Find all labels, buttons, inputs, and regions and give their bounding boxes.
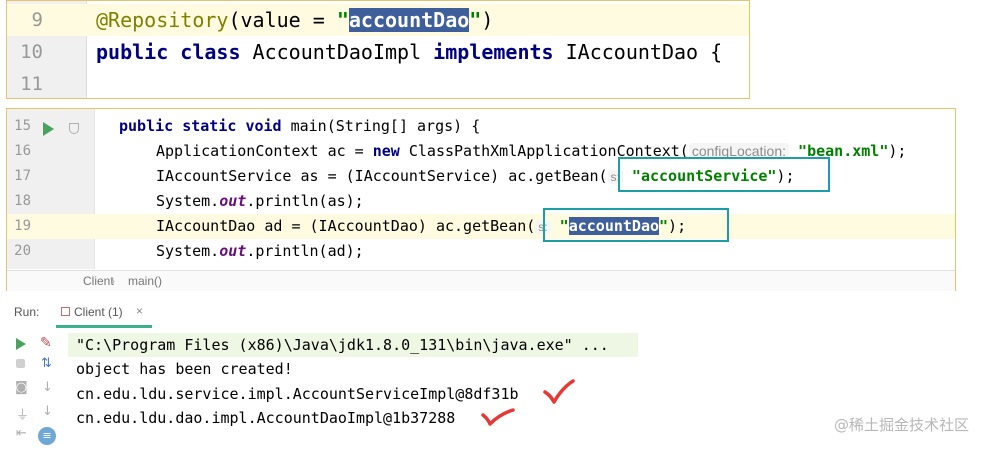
static-field: out bbox=[219, 242, 247, 260]
code-text[interactable]: @Repository(value = "accountDao") bbox=[96, 4, 493, 36]
down-arrow-icon[interactable]: ↓ bbox=[42, 380, 53, 395]
line-number: 11 bbox=[20, 73, 43, 95]
code-fragment: IAccountDao { bbox=[553, 40, 723, 64]
breadcrumb-separator: › bbox=[111, 274, 115, 288]
string-quote: " bbox=[336, 8, 349, 32]
keyword: implements bbox=[433, 40, 554, 64]
exit-icon[interactable]: ⇤ bbox=[16, 426, 27, 441]
console-toolbar: ✎ ⇅ ◙ ↓ ⏚ ↓ ⇤ ≡ bbox=[6, 329, 66, 449]
keyword: void bbox=[245, 117, 282, 135]
code-line[interactable]: 18 System.out.println(as); bbox=[7, 189, 955, 214]
application-icon bbox=[61, 307, 70, 316]
code-fragment: System. bbox=[156, 192, 220, 210]
line-number: 9 bbox=[31, 9, 43, 31]
keyword: static bbox=[182, 117, 237, 135]
breadcrumb-method[interactable]: main() bbox=[128, 274, 162, 288]
pin-icon[interactable]: ⏚ bbox=[16, 404, 29, 423]
check-mark-icon bbox=[543, 379, 575, 404]
code-fragment: System. bbox=[156, 242, 220, 260]
line-number: 16 bbox=[14, 143, 31, 159]
keyword: class bbox=[180, 40, 241, 64]
rerun-icon[interactable] bbox=[16, 338, 26, 350]
highlight-box bbox=[543, 208, 729, 242]
code-text[interactable]: public class AccountDaoImpl implements I… bbox=[96, 36, 722, 68]
code-fragment: IAccountDao ad = (IAccountDao) ac.getBea… bbox=[156, 217, 536, 235]
code-line[interactable]: 10 public class AccountDaoImpl implement… bbox=[7, 36, 749, 68]
camera-icon[interactable]: ◙ bbox=[15, 380, 28, 395]
code-fragment: ) bbox=[481, 8, 494, 32]
keyword: public bbox=[119, 117, 174, 135]
top-code-editor[interactable]: 9 @Repository(value = "accountDao") 10 p… bbox=[6, 0, 750, 99]
code-fragment: (value = bbox=[228, 8, 337, 32]
highlight-box bbox=[618, 157, 830, 192]
code-fragment: main(String[] args) { bbox=[281, 117, 481, 135]
wrench-icon[interactable]: ✎ bbox=[40, 335, 52, 351]
line-number: 10 bbox=[20, 41, 43, 63]
close-icon[interactable]: × bbox=[136, 304, 143, 318]
string-quote: " bbox=[469, 8, 482, 32]
class-name: AccountDaoImpl bbox=[240, 40, 434, 64]
console-line: object has been created! bbox=[76, 360, 293, 378]
selected-text[interactable]: accountDao bbox=[348, 8, 470, 32]
down-arrow-icon[interactable]: ↓ bbox=[42, 404, 53, 419]
code-fragment: ); bbox=[888, 142, 907, 160]
code-text[interactable]: System.out.println(as); bbox=[156, 189, 364, 214]
tab-client[interactable]: Client (1) × bbox=[56, 298, 152, 328]
code-fragment: .println(ad); bbox=[246, 242, 364, 260]
keyword: public bbox=[96, 40, 169, 64]
keyword: new bbox=[372, 142, 400, 160]
line-number: 20 bbox=[14, 243, 31, 259]
tab-label: Client (1) bbox=[74, 305, 123, 319]
annotation: @Repository bbox=[96, 8, 229, 32]
code-line[interactable]: 20 System.out.println(ad); bbox=[7, 239, 955, 264]
bookmark-icon[interactable] bbox=[69, 123, 79, 134]
line-number: 17 bbox=[14, 168, 31, 184]
run-gutter-icon[interactable] bbox=[43, 122, 54, 136]
line-number: 19 bbox=[14, 218, 31, 234]
breadcrumb-class[interactable]: Client bbox=[83, 274, 114, 288]
console-line: cn.edu.ldu.dao.impl.AccountDaoImpl@1b372… bbox=[76, 409, 456, 427]
code-fragment: .println(as); bbox=[246, 192, 364, 210]
run-tab-bar: Run: Client (1) × bbox=[6, 293, 956, 329]
console-line: cn.edu.ldu.service.impl.AccountServiceIm… bbox=[76, 385, 519, 403]
breadcrumb: Client › main() bbox=[7, 270, 955, 291]
code-fragment: ApplicationContext ac = bbox=[156, 142, 373, 160]
stop-icon[interactable] bbox=[16, 359, 25, 368]
scroll-icon[interactable]: ≡ bbox=[38, 427, 56, 445]
code-text[interactable]: public static void main(String[] args) { bbox=[119, 114, 480, 139]
watermark: @稀土掘金技术社区 bbox=[833, 416, 969, 434]
run-label: Run: bbox=[14, 305, 40, 319]
code-line-current[interactable]: 19 IAccountDao ad = (IAccountDao) ac.get… bbox=[7, 214, 955, 239]
line-number: 15 bbox=[14, 118, 31, 134]
line-number: 18 bbox=[14, 193, 31, 209]
main-code-editor[interactable]: 15 public static void main(String[] args… bbox=[6, 108, 956, 291]
code-text[interactable]: System.out.println(ad); bbox=[156, 239, 364, 264]
code-line[interactable]: 11 bbox=[7, 68, 749, 100]
check-mark-icon bbox=[481, 408, 515, 426]
sort-icon[interactable]: ⇅ bbox=[41, 356, 52, 371]
code-line[interactable]: 15 public static void main(String[] args… bbox=[7, 114, 955, 139]
static-field: out bbox=[219, 192, 247, 210]
console-line: "C:\Program Files (x86)\Java\jdk1.8.0_13… bbox=[68, 333, 638, 357]
code-line[interactable]: 9 @Repository(value = "accountDao") bbox=[7, 4, 749, 36]
code-fragment: IAccountService as = (IAccountService) a… bbox=[156, 167, 608, 185]
